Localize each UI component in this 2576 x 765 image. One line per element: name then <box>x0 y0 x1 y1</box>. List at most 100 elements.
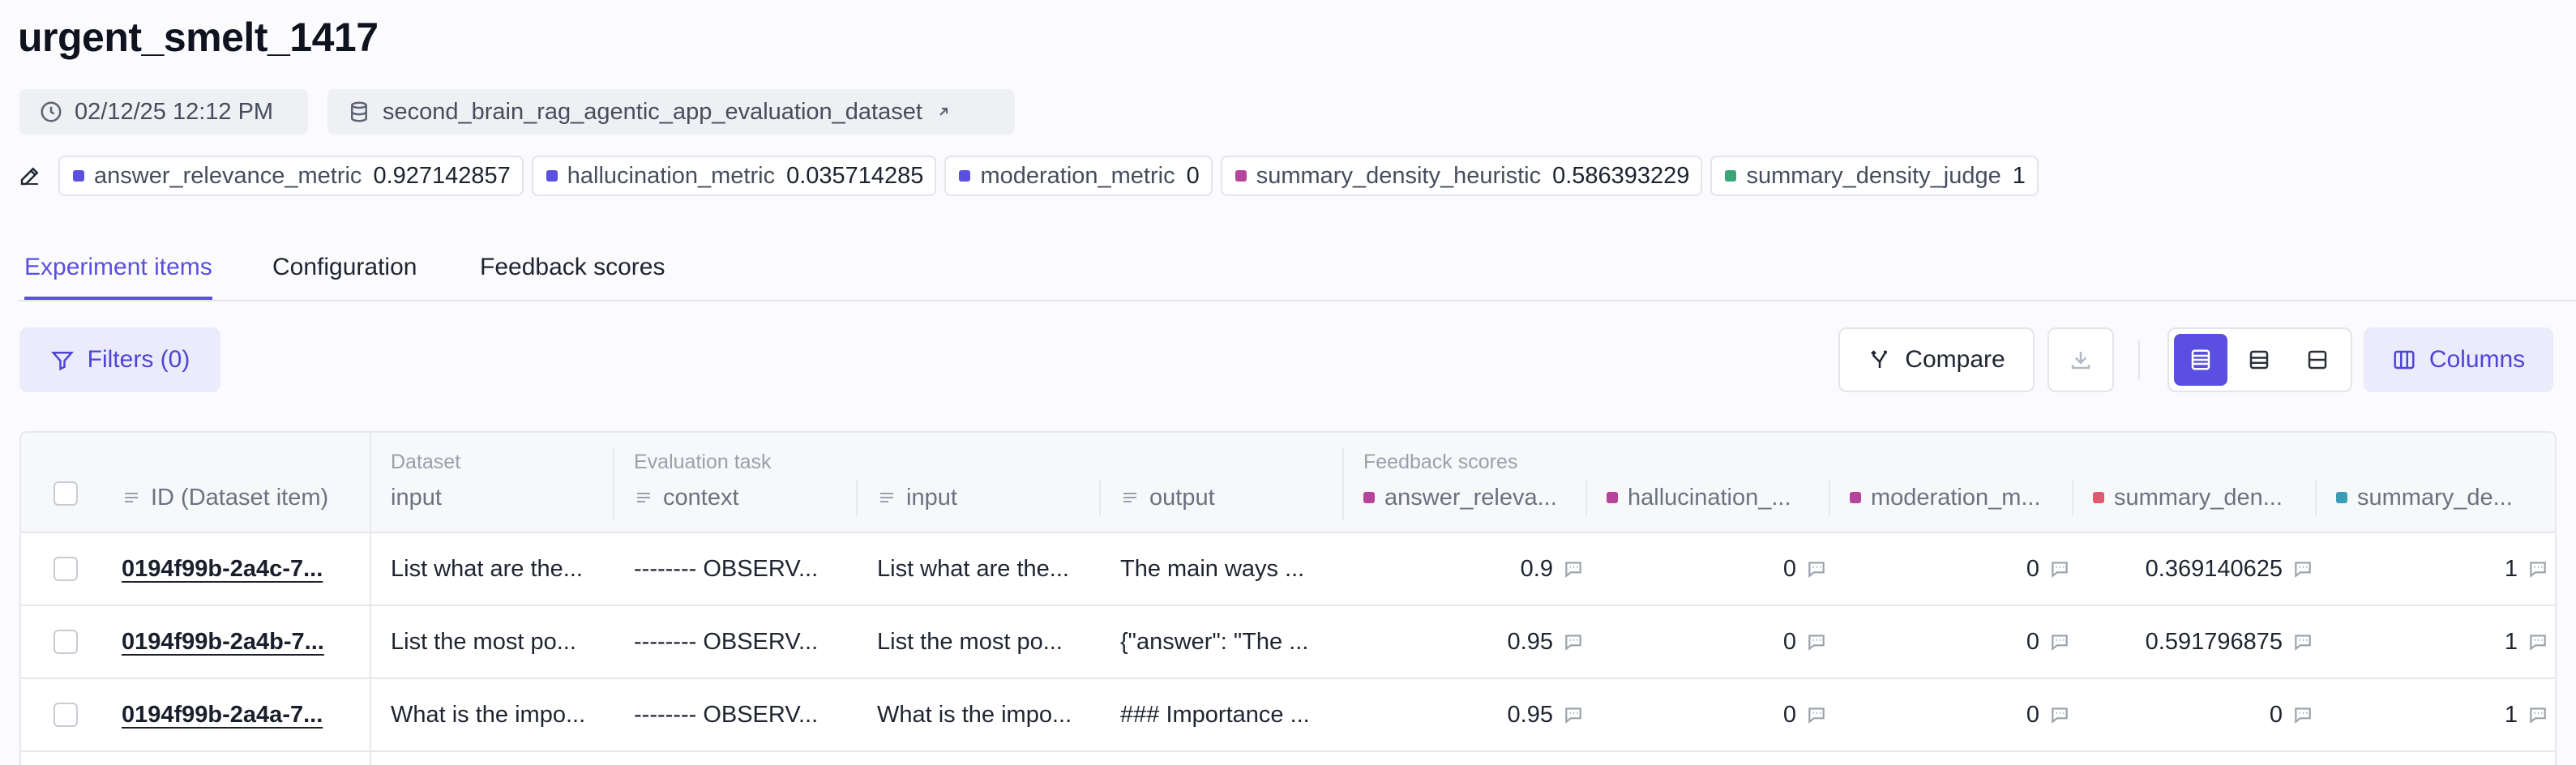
column-label: moderation_m... <box>1871 484 2041 511</box>
column-divider <box>1585 480 1587 515</box>
column-divider <box>2072 480 2073 515</box>
score-value: 0 <box>2026 701 2039 728</box>
column-label: answer_releva... <box>1384 484 1557 511</box>
download-icon <box>2071 352 2090 370</box>
toolbar-divider <box>2138 340 2140 379</box>
row-id-link[interactable]: 0194f99b-2a4c-7... <box>122 533 362 605</box>
group-label-dataset: Dataset <box>391 451 461 473</box>
score-value: 1 <box>2504 701 2518 728</box>
text-type-icon <box>125 493 138 502</box>
group-label-feedback-scores: Feedback scores <box>1363 451 1518 473</box>
download-button[interactable] <box>2048 327 2114 392</box>
column-divider <box>1342 447 1344 520</box>
comment-icon[interactable] <box>2292 704 2313 725</box>
comment-icon[interactable] <box>2049 558 2070 579</box>
table-row[interactable]: 0194f99b-2a4a-7... What is the impo... -… <box>21 679 2555 752</box>
filter-icon <box>50 352 74 371</box>
cell-summary-density-heuristic: 0 <box>2093 679 2313 750</box>
comment-icon[interactable] <box>1563 558 1584 579</box>
comment-icon[interactable] <box>1563 704 1584 725</box>
column-header-summary-density-heuristic[interactable]: summary_den... <box>2093 480 2312 515</box>
column-divider <box>1829 480 1830 515</box>
dataset-link[interactable]: second_brain_rag_agentic_app_evaluation_… <box>327 89 1015 135</box>
table-header: Dataset Evaluation task Feedback scores … <box>21 433 2555 533</box>
comment-icon[interactable] <box>2527 704 2548 725</box>
comment-icon[interactable] <box>1563 631 1584 652</box>
row-height-large-button[interactable] <box>2291 334 2344 386</box>
column-label: summary_den... <box>2114 484 2283 511</box>
text-type-icon <box>637 493 650 502</box>
row-id-link[interactable]: 0194f99b-2a4b-7... <box>122 606 362 677</box>
comment-icon[interactable] <box>2527 631 2548 652</box>
cell-output: The main ways ... <box>1120 555 1305 582</box>
experiment-title: urgent_smelt_1417 <box>18 15 379 60</box>
column-header-moderation[interactable]: moderation_m... <box>1850 480 2069 515</box>
row-checkbox[interactable] <box>53 557 78 581</box>
comment-icon[interactable] <box>1806 631 1827 652</box>
score-color-dot <box>73 170 84 182</box>
rows-large-icon <box>2308 350 2327 370</box>
column-header-output[interactable]: output <box>1120 480 1339 515</box>
row-height-medium-button[interactable] <box>2232 334 2286 386</box>
tab-feedback-scores[interactable]: Feedback scores <box>480 237 665 300</box>
score-value: 0.9 <box>1520 555 1553 582</box>
score-value: 0 <box>1782 701 1796 728</box>
row-id-link[interactable]: 0194f99b-2a4a-7... <box>122 679 362 750</box>
column-label: input <box>906 484 957 511</box>
row-checkbox[interactable] <box>53 630 78 654</box>
column-header-answer-relevance[interactable]: answer_releva... <box>1363 480 1582 515</box>
column-header-context[interactable]: context <box>634 480 853 515</box>
row-height-small-button[interactable] <box>2174 334 2227 386</box>
row-checkbox[interactable] <box>53 703 78 727</box>
column-label: summary_de... <box>2357 484 2513 511</box>
compare-label: Compare <box>1905 346 2005 373</box>
columns-icon <box>2394 350 2415 370</box>
column-header-dataset-input[interactable]: input <box>391 480 610 515</box>
pencil-icon[interactable] <box>18 164 42 188</box>
comment-icon[interactable] <box>2292 558 2313 579</box>
cell-context: -------- OBSERV... <box>634 701 819 728</box>
columns-label: Columns <box>2428 346 2526 373</box>
comment-icon[interactable] <box>2049 704 2070 725</box>
cell-moderation: 0 <box>1850 533 2070 605</box>
clock-icon <box>41 101 62 122</box>
comment-icon[interactable] <box>1806 558 1827 579</box>
comment-icon[interactable] <box>2049 631 2070 652</box>
score-name: summary_density_heuristic <box>1256 162 1542 189</box>
score-value: 1 <box>2504 628 2518 655</box>
score-chip: answer_relevance_metric 0.927142857 <box>58 156 524 196</box>
column-header-input[interactable]: input <box>877 480 1096 515</box>
table-row[interactable]: 0194f99b-2a4c-7... List what are the... … <box>21 533 2555 606</box>
comment-icon[interactable] <box>2527 558 2548 579</box>
column-header-hallucination[interactable]: hallucination_... <box>1607 480 1825 515</box>
cell-input: List the most po... <box>877 628 1063 655</box>
comment-icon[interactable] <box>2292 631 2313 652</box>
score-value: 0.591796875 <box>2145 628 2283 655</box>
score-value: 1 <box>2504 555 2518 582</box>
column-label: ID (Dataset item) <box>151 484 329 511</box>
columns-button[interactable]: Columns <box>2364 327 2553 392</box>
cell-summary-density-judge: 1 <box>2336 533 2548 605</box>
tab-configuration[interactable]: Configuration <box>272 237 417 300</box>
column-label: output <box>1149 484 1215 511</box>
select-all-checkbox[interactable] <box>53 481 78 506</box>
filters-label: Filters (0) <box>87 346 190 373</box>
column-divider <box>613 447 614 520</box>
column-header-id[interactable]: ID (Dataset item) <box>122 480 365 515</box>
score-color-dot <box>2093 492 2104 503</box>
tab-experiment-items[interactable]: Experiment items <box>24 237 212 300</box>
comment-icon[interactable] <box>1806 704 1827 725</box>
table-row[interactable]: 0194f99b-2a4b-7... List the most po... -… <box>21 606 2555 679</box>
cell-hallucination: 0 <box>1607 606 1827 677</box>
column-label: context <box>663 484 739 511</box>
cell-summary-density-judge: 1 <box>2336 606 2548 677</box>
text-type-icon <box>880 493 893 502</box>
score-value: 0.95 <box>1507 628 1553 655</box>
score-value: 0.035714285 <box>786 162 924 189</box>
text-type-icon <box>1123 493 1136 502</box>
filters-button[interactable]: Filters (0) <box>19 327 220 392</box>
compare-button[interactable]: Compare <box>1838 327 2035 392</box>
external-link-icon <box>939 107 948 116</box>
cell-context: -------- OBSERV... <box>634 628 819 655</box>
column-header-summary-density-judge[interactable]: summary_de... <box>2336 480 2555 515</box>
